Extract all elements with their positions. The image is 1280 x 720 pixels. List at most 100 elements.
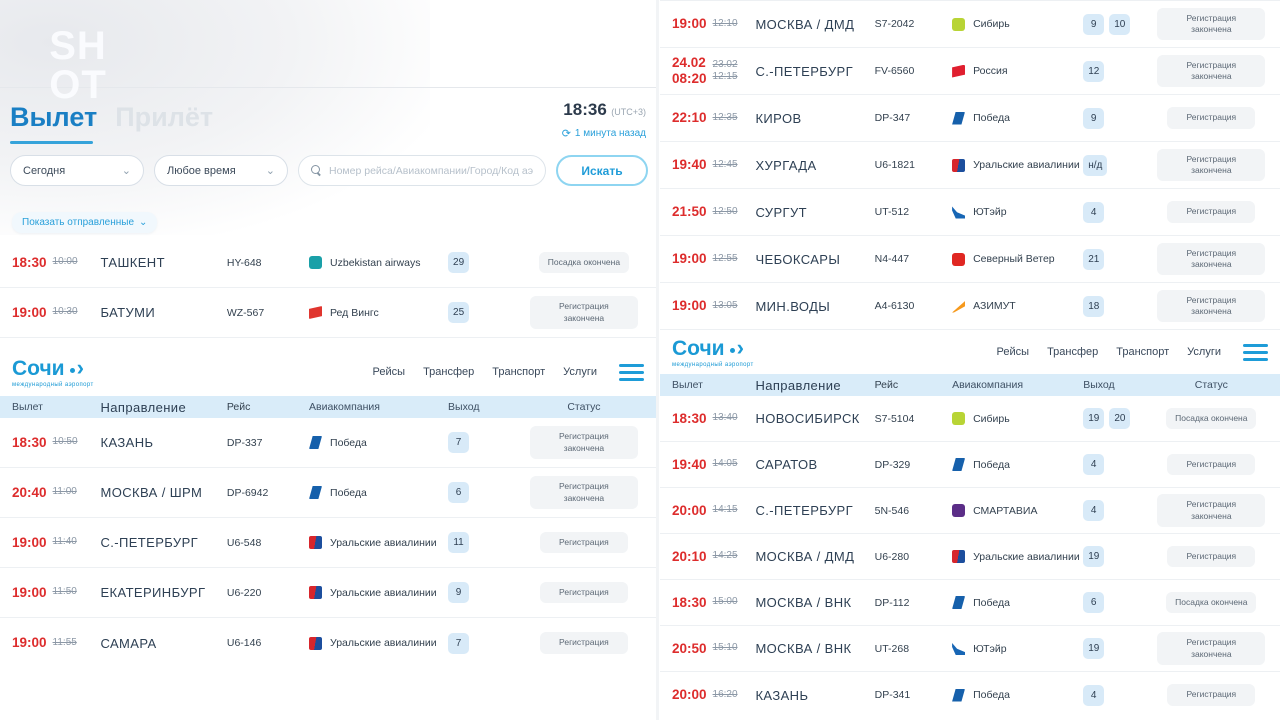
flight-row: 19:00 11:55 САМАРА U6-146 Уральские авиа… xyxy=(0,618,656,668)
airline-logo-icon xyxy=(952,412,965,425)
status-cell: Регистрация закончена xyxy=(1155,149,1268,181)
status-badge: Регистрация закончена xyxy=(1157,8,1265,40)
logo-dot-icon xyxy=(70,368,75,373)
flight-number: DP-347 xyxy=(875,112,952,124)
airline: Уральские авиалинии xyxy=(309,586,448,599)
scheduled-time: 14:15 xyxy=(713,504,738,516)
airline-name: Победа xyxy=(330,437,367,449)
status-cell: Регистрация закончена xyxy=(524,426,644,458)
col-status: Статус xyxy=(1155,379,1268,391)
flight-number: U6-220 xyxy=(227,587,309,599)
actual-time: 20:00 xyxy=(672,687,707,703)
search-input[interactable] xyxy=(329,165,533,177)
status-badge: Регистрация xyxy=(540,582,628,603)
gate-cell: 9 xyxy=(1083,108,1155,129)
nav-transport[interactable]: Транспорт xyxy=(1116,346,1169,358)
date-select[interactable]: Сегодня ⌄ xyxy=(10,155,144,186)
airline: Победа xyxy=(952,596,1083,609)
airline: Победа xyxy=(952,112,1083,125)
airline-logo-icon xyxy=(309,436,322,449)
actual-time: 20:00 xyxy=(672,503,707,519)
gate-cell: 4 xyxy=(1083,685,1155,706)
actual-time: 20:10 xyxy=(672,549,707,565)
destination-city: КАЗАНЬ xyxy=(100,435,226,450)
flight-row: 20:50 15:10 МОСКВА / ВНК UT-268 ЮТэйр 19… xyxy=(660,626,1280,672)
actual-time: 18:30 xyxy=(12,435,47,451)
status-cell: Регистрация закончена xyxy=(1155,494,1268,526)
scheduled-time: 15:10 xyxy=(713,642,738,654)
gate-cell: 21 xyxy=(1083,249,1155,270)
actual-time: 19:40 xyxy=(672,457,707,473)
col-status: Статус xyxy=(524,401,644,413)
gate-badge: 19 xyxy=(1083,638,1104,659)
airline-name: Россия xyxy=(973,65,1007,77)
airline-name: Победа xyxy=(973,597,1010,609)
scheduled-time: 13:05 xyxy=(713,300,738,312)
nav-flights[interactable]: Рейсы xyxy=(373,366,406,378)
actual-time: 19:00 xyxy=(12,585,47,601)
airline-logo-icon xyxy=(309,637,322,650)
destination-city: КИРОВ xyxy=(755,111,874,126)
nav-transfer[interactable]: Трансфер xyxy=(423,366,474,378)
gate-badge: 29 xyxy=(448,252,469,273)
departure-times: 18:30 15:00 xyxy=(672,595,755,611)
refresh-control[interactable]: ⟳ 1 минута назад xyxy=(562,127,646,140)
airline-logo-icon xyxy=(952,504,965,517)
nav-services[interactable]: Услуги xyxy=(563,366,597,378)
destination-city: КАЗАНЬ xyxy=(755,688,874,703)
departure-times: 19:00 11:50 xyxy=(12,585,100,601)
logo-subtitle: международный аэропорт xyxy=(12,382,94,388)
logo-arrow-icon: › xyxy=(77,357,84,379)
time-select[interactable]: Любое время ⌄ xyxy=(154,155,288,186)
flight-row: 22:10 12:35 КИРОВ DP-347 Победа 9 Регист… xyxy=(660,95,1280,142)
airline-name: Победа xyxy=(973,689,1010,701)
show-departed-toggle[interactable]: Показать отправленные ⌄ xyxy=(12,212,157,233)
status-cell: Регистрация закончена xyxy=(524,476,644,508)
gate-badge: 11 xyxy=(448,532,469,553)
nav-transfer[interactable]: Трансфер xyxy=(1047,346,1098,358)
status-badge: Регистрация xyxy=(540,532,628,553)
departure-times: 19:40 14:05 xyxy=(672,457,755,473)
sochi-airport-logo[interactable]: Сочи › международный аэропорт xyxy=(672,337,754,368)
gate-badge: 19 xyxy=(1083,546,1104,567)
site-nav: Рейсы Трансфер Транспорт Услуги xyxy=(997,344,1268,361)
col-airline: Авиакомпания xyxy=(952,379,1083,391)
actual-time: 24.0208:20 xyxy=(672,55,707,86)
airline: Уральские авиалинии xyxy=(952,550,1083,563)
search-box[interactable] xyxy=(298,155,546,186)
show-departed-label: Показать отправленные xyxy=(22,217,134,228)
gate-badge: 9 xyxy=(448,582,469,603)
airline-logo-icon xyxy=(952,253,965,266)
search-button[interactable]: Искать xyxy=(556,155,648,186)
airline-name: Ред Вингс xyxy=(330,307,379,319)
tab-departures[interactable]: Вылет xyxy=(10,102,97,133)
flight-number: DP-341 xyxy=(875,689,952,701)
sochi-airport-logo[interactable]: Сочи › международный аэропорт xyxy=(12,357,94,388)
airline-name: ЮТэйр xyxy=(973,206,1007,218)
tab-arrivals[interactable]: Прилёт xyxy=(115,102,213,133)
flight-row: 18:30 10:00 ТАШКЕНТ HY-648 Uzbekistan ai… xyxy=(0,238,656,288)
flight-row: 18:30 15:00 МОСКВА / ВНК DP-112 Победа 6… xyxy=(660,580,1280,626)
page: Вылет Прилёт 18:36 (UTC+3) ⟳ 1 минута на… xyxy=(0,0,1280,720)
departure-times: 18:30 10:00 xyxy=(12,255,100,271)
flight-number: FV-6560 xyxy=(875,65,952,77)
nav-transport[interactable]: Транспорт xyxy=(492,366,545,378)
hamburger-menu-icon[interactable] xyxy=(1243,344,1268,361)
nav-flights[interactable]: Рейсы xyxy=(997,346,1030,358)
flight-row: 18:30 13:40 НОВОСИБИРСК S7-5104 Сибирь 1… xyxy=(660,396,1280,442)
actual-time: 19:40 xyxy=(672,157,707,173)
actual-time: 18:30 xyxy=(672,595,707,611)
nav-services[interactable]: Услуги xyxy=(1187,346,1221,358)
departure-times: 19:40 12:45 xyxy=(672,157,755,173)
status-badge: Регистрация закончена xyxy=(1157,243,1265,275)
flight-row: 19:40 14:05 САРАТОВ DP-329 Победа 4 Реги… xyxy=(660,442,1280,488)
destination-city: С.-ПЕТЕРБУРГ xyxy=(100,535,226,550)
status-cell: Регистрация xyxy=(1155,201,1268,222)
gate-badge: 25 xyxy=(448,302,469,323)
hamburger-menu-icon[interactable] xyxy=(619,364,644,381)
status-badge: Регистрация закончена xyxy=(530,426,638,458)
flight-number: UT-268 xyxy=(875,643,952,655)
col-flight: Рейс xyxy=(227,401,309,413)
airline: Победа xyxy=(309,486,448,499)
departure-times: 18:30 13:40 xyxy=(672,411,755,427)
